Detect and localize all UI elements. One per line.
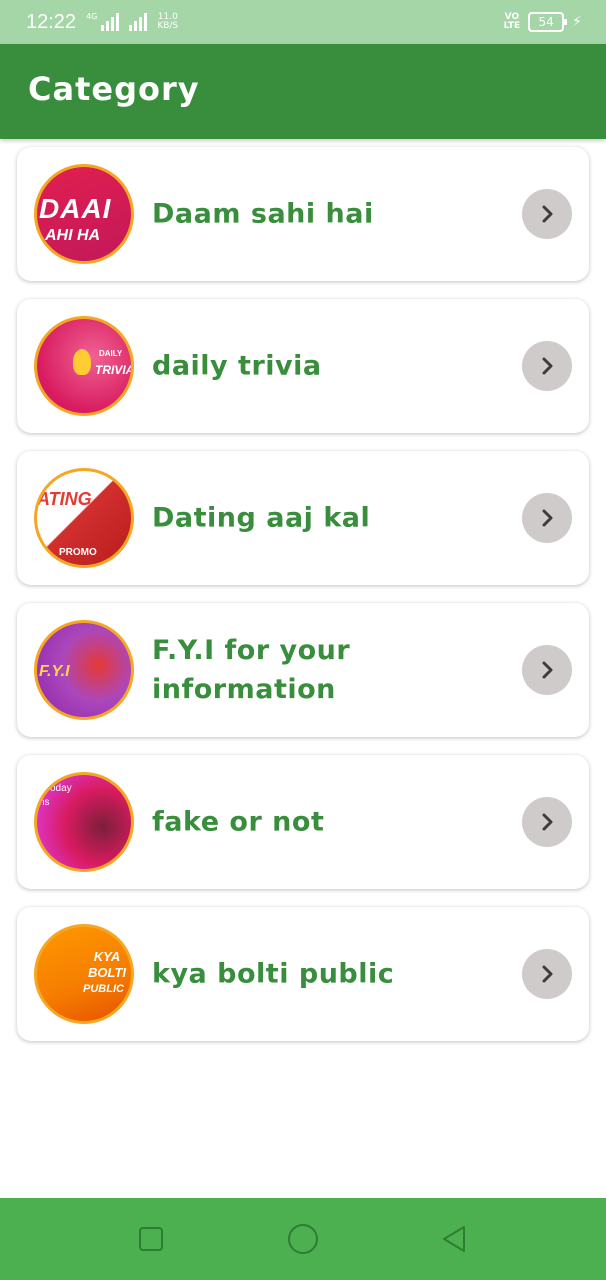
charging-icon: ⚡ — [572, 14, 582, 30]
category-item-fyi[interactable]: F.Y.I F.Y.I for your information — [17, 603, 589, 737]
thumb-bulb-icon — [73, 349, 91, 375]
category-label: daily trivia — [152, 350, 322, 382]
category-thumbnail: KYA BOLTI PUBLIC — [34, 924, 134, 1024]
category-label: Dating aaj kal — [152, 502, 371, 534]
thumb-text-1: F.Y.I — [39, 663, 70, 680]
chevron-right-icon[interactable] — [522, 189, 572, 239]
chevron-right-icon[interactable] — [522, 645, 572, 695]
battery-level: 54 — [538, 15, 554, 29]
category-item-kya-bolti-public[interactable]: KYA BOLTI PUBLIC kya bolti public — [17, 907, 589, 1041]
category-thumbnail: ATING PROMO — [34, 468, 134, 568]
thumb-text-1: KYA BOLTI — [87, 949, 127, 980]
thumb-text-1: Today — [45, 783, 72, 794]
system-nav-bar — [0, 1198, 606, 1280]
thumb-text-2: ns — [39, 797, 50, 808]
category-label: F.Y.I for your information — [152, 635, 351, 705]
category-label: fake or not — [152, 806, 325, 838]
chevron-right-icon[interactable] — [522, 493, 572, 543]
back-icon[interactable] — [438, 1222, 472, 1256]
thumb-text-2: AHI HA — [45, 227, 101, 244]
page-title: Category — [28, 70, 200, 108]
thumb-text-1: ATING — [37, 489, 92, 509]
chevron-right-icon[interactable] — [522, 341, 572, 391]
category-item-daily-trivia[interactable]: DAILY TRIVIA daily trivia — [17, 299, 589, 433]
thumb-text-1: DAILY — [99, 349, 123, 358]
category-label: kya bolti public — [152, 958, 395, 990]
category-item-fake-or-not[interactable]: Today ns fake or not — [17, 755, 589, 889]
signal-icon-2 — [129, 13, 148, 31]
volte-line2: LTE — [503, 21, 521, 31]
thumb-text-2: TRIVIA — [95, 363, 134, 377]
category-thumbnail: Today ns — [34, 772, 134, 872]
category-label: Daam sahi hai — [152, 198, 374, 230]
category-thumbnail: DAILY TRIVIA — [34, 316, 134, 416]
status-left: 12:22 4G 11.0 KB/S — [26, 11, 178, 34]
recent-apps-icon[interactable] — [134, 1222, 168, 1256]
category-item-dating-aaj-kal[interactable]: ATING PROMO Dating aaj kal — [17, 451, 589, 585]
signal-icon: 4G — [86, 12, 120, 31]
category-list: DAAI AHI HA Daam sahi hai DAILY TRIVIA d… — [17, 147, 589, 1059]
status-right: VO LTE 54 ⚡ — [504, 12, 582, 32]
category-item-daam-sahi-hai[interactable]: DAAI AHI HA Daam sahi hai — [17, 147, 589, 281]
thumb-text-1: DAAI — [39, 193, 112, 224]
category-thumbnail: F.Y.I — [34, 620, 134, 720]
chevron-right-icon[interactable] — [522, 949, 572, 999]
home-icon[interactable] — [286, 1222, 320, 1256]
category-thumbnail: DAAI AHI HA — [34, 164, 134, 264]
speed-unit: KB/S — [157, 21, 179, 31]
status-bar: 12:22 4G 11.0 KB/S VO LTE 54 ⚡ — [0, 0, 606, 44]
app-bar: Category — [0, 44, 606, 139]
network-tag: 4G — [86, 12, 98, 21]
thumb-text-2: PUBLIC — [83, 983, 124, 995]
thumb-text-2: PROMO — [59, 547, 97, 558]
chevron-right-icon[interactable] — [522, 797, 572, 847]
status-time: 12:22 — [26, 10, 77, 33]
volte-icon: VO LTE — [504, 13, 521, 31]
battery-icon: 54 — [528, 12, 568, 32]
network-speed: 11.0 KB/S — [157, 13, 178, 31]
